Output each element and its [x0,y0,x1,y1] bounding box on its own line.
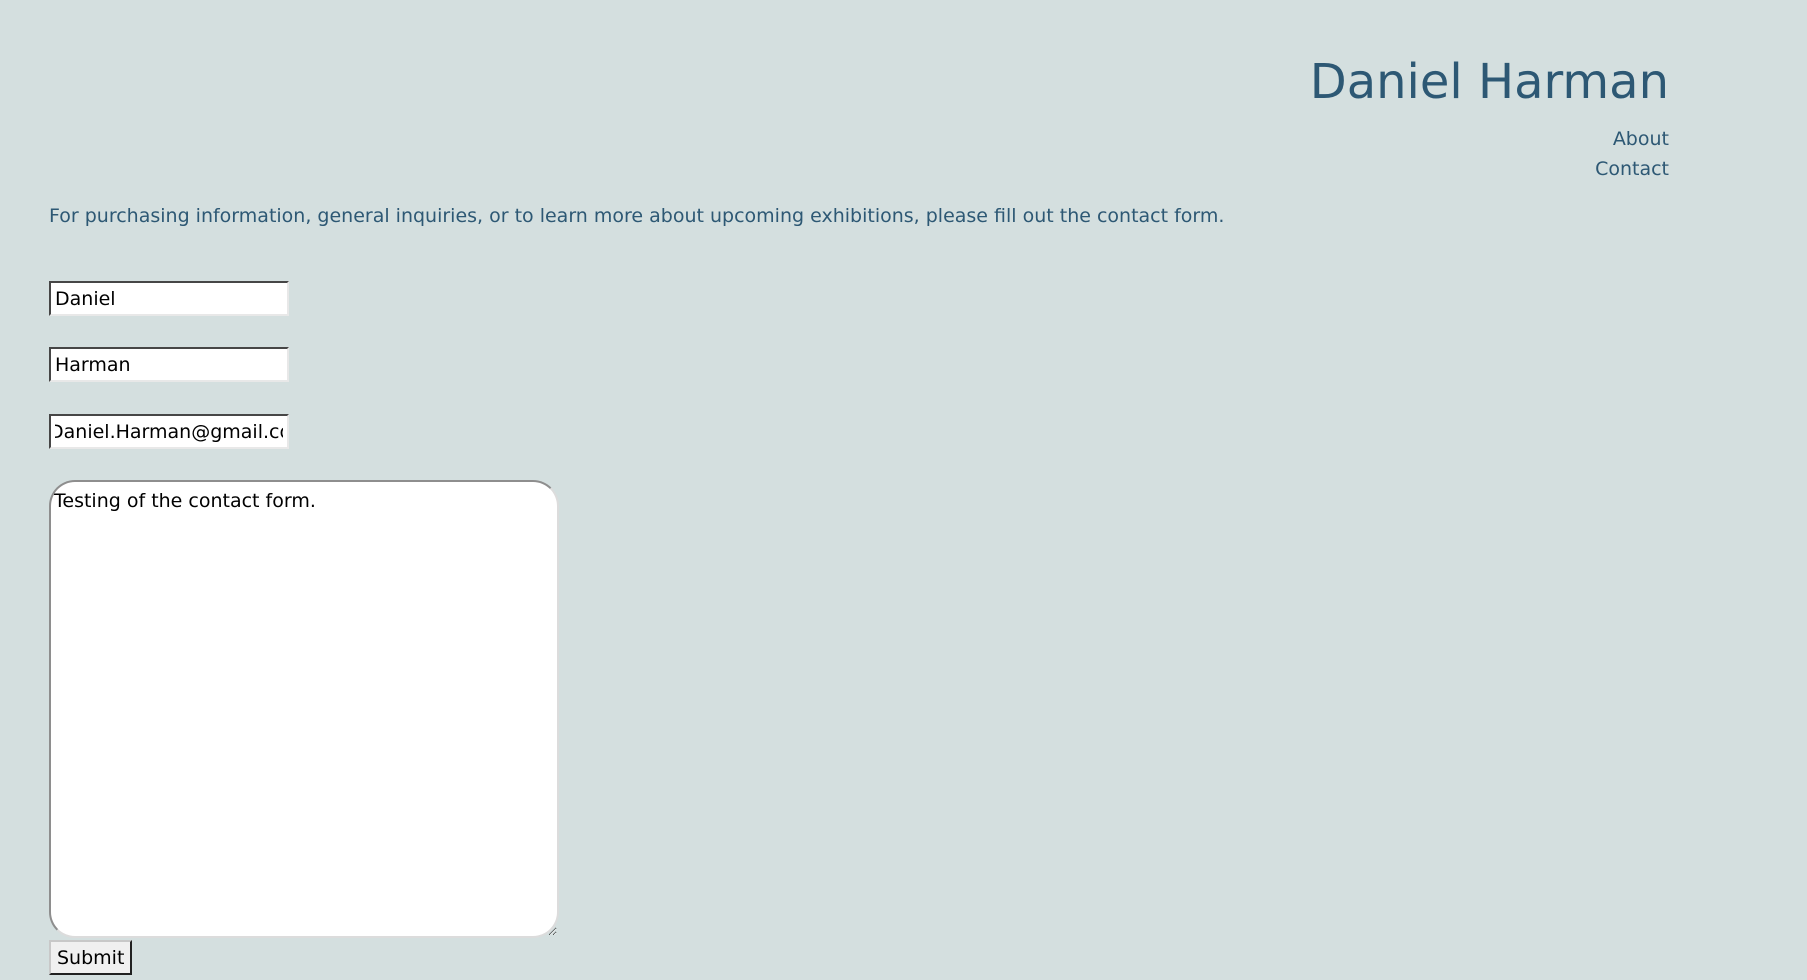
last-name-input[interactable] [49,347,289,382]
nav-link-contact[interactable]: Contact [1595,154,1669,184]
site-header: Daniel Harman About Contact [0,0,1669,190]
intro-text: For purchasing information, general inqu… [49,205,1225,227]
email-input[interactable] [49,414,289,449]
main-nav: About Contact [1595,124,1669,184]
first-name-input[interactable] [49,281,289,316]
submit-button[interactable]: Submit [49,940,133,975]
site-title: Daniel Harman [1309,54,1669,110]
message-textarea[interactable]: Testing of the contact form. [49,480,559,938]
nav-link-about[interactable]: About [1595,124,1669,154]
